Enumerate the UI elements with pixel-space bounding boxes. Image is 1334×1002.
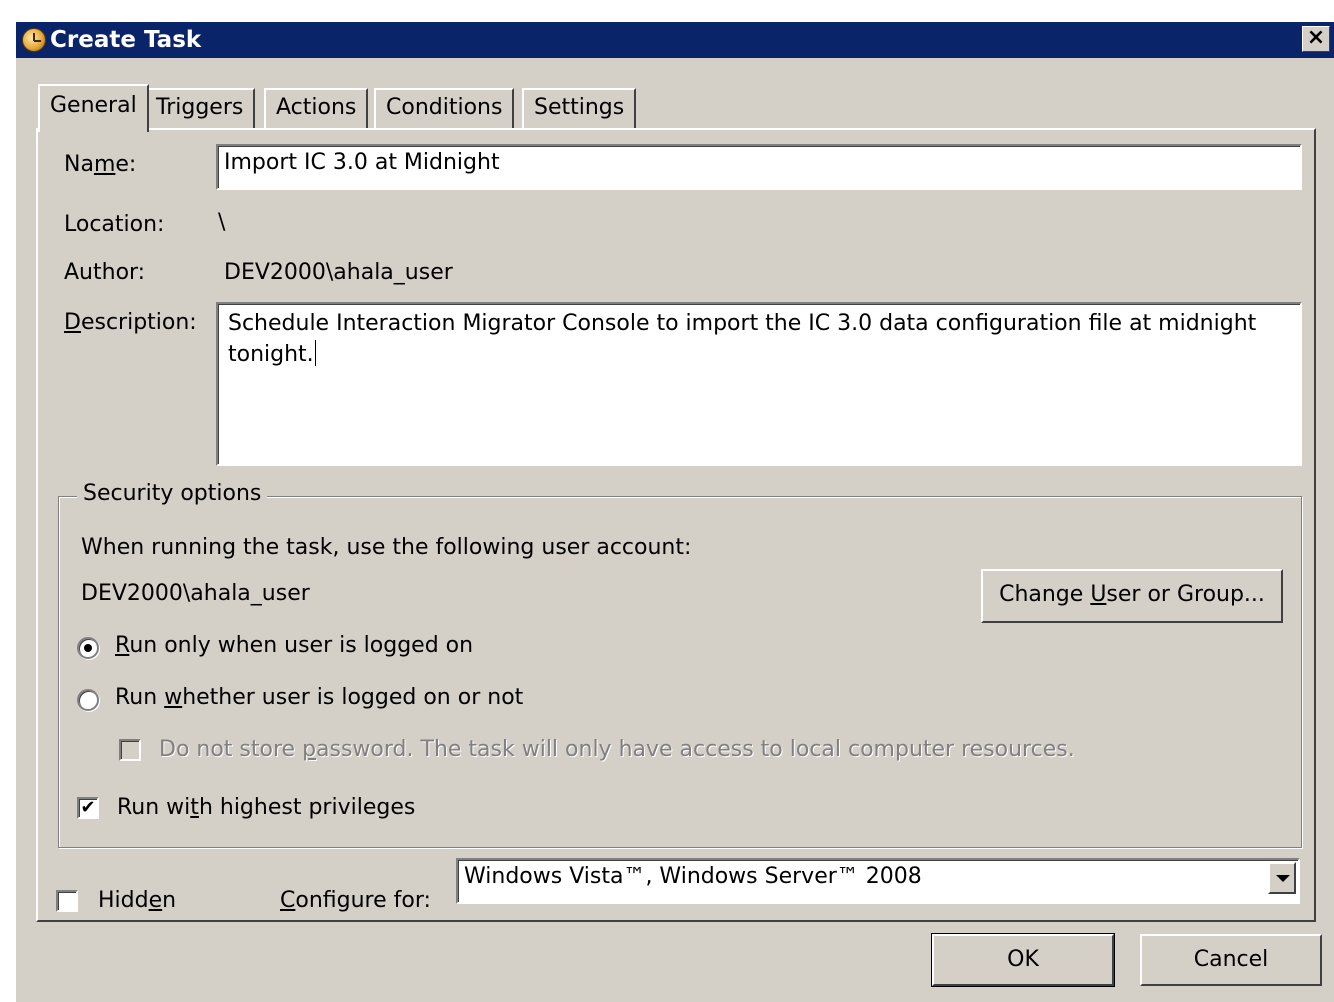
configure-for-label: Configure for: [280, 888, 431, 913]
run-whether-logged-on-radio[interactable] [77, 689, 99, 711]
tab-settings[interactable]: Settings [522, 88, 637, 130]
change-user-or-group-button[interactable]: Change User or Group... [981, 569, 1283, 623]
description-text: Schedule Interaction Migrator Console to… [228, 311, 1257, 367]
tab-general[interactable]: General [38, 84, 149, 132]
run-only-logged-on-label[interactable]: Run only when user is logged on [115, 633, 473, 658]
hidden-checkbox[interactable] [56, 890, 78, 912]
cancel-button[interactable]: Cancel [1140, 934, 1322, 986]
text-caret [314, 340, 316, 366]
ok-button[interactable]: OK [931, 933, 1115, 987]
location-value: \ [218, 210, 226, 235]
window-title: Create Task [50, 27, 202, 53]
name-input[interactable]: Import IC 3.0 at Midnight [216, 144, 1302, 190]
run-highest-privileges-label[interactable]: Run with highest privileges [117, 795, 415, 820]
account-prompt: When running the task, use the following… [81, 535, 692, 560]
run-only-logged-on-radio[interactable] [77, 637, 99, 659]
run-highest-privileges-checkbox[interactable]: ✔ [77, 797, 99, 819]
do-not-store-password-label: Do not store password. The task will onl… [159, 737, 1075, 762]
account-value: DEV2000\ahala_user [81, 581, 310, 606]
description-label: Description: [64, 310, 197, 335]
do-not-store-password-checkbox[interactable] [119, 739, 141, 761]
security-options-legend: Security options [77, 481, 268, 506]
title-bar[interactable]: Create Task × [16, 22, 1334, 58]
configure-for-value: Windows Vista™, Windows Server™ 2008 [464, 864, 922, 889]
author-label: Author: [64, 260, 146, 285]
name-label: Name: [64, 152, 137, 177]
location-label: Location: [64, 212, 165, 237]
close-button[interactable]: × [1302, 26, 1330, 52]
run-whether-logged-on-label[interactable]: Run whether user is logged on or not [115, 685, 523, 710]
create-task-dialog: Create Task × General Triggers Actions C… [14, 20, 1334, 1002]
author-value: DEV2000\ahala_user [224, 260, 453, 285]
general-tab-panel: Name: Import IC 3.0 at Midnight Location… [36, 128, 1316, 922]
tab-conditions[interactable]: Conditions [374, 88, 515, 130]
tab-actions[interactable]: Actions [264, 88, 369, 130]
dropdown-arrow-icon[interactable] [1268, 862, 1296, 894]
task-scheduler-icon [22, 28, 46, 52]
tab-triggers[interactable]: Triggers [144, 88, 256, 130]
description-textarea[interactable]: Schedule Interaction Migrator Console to… [216, 302, 1302, 466]
hidden-label[interactable]: Hidden [98, 888, 176, 913]
security-options-group: Security options When running the task, … [58, 481, 1302, 848]
configure-for-select[interactable]: Windows Vista™, Windows Server™ 2008 [456, 858, 1300, 904]
